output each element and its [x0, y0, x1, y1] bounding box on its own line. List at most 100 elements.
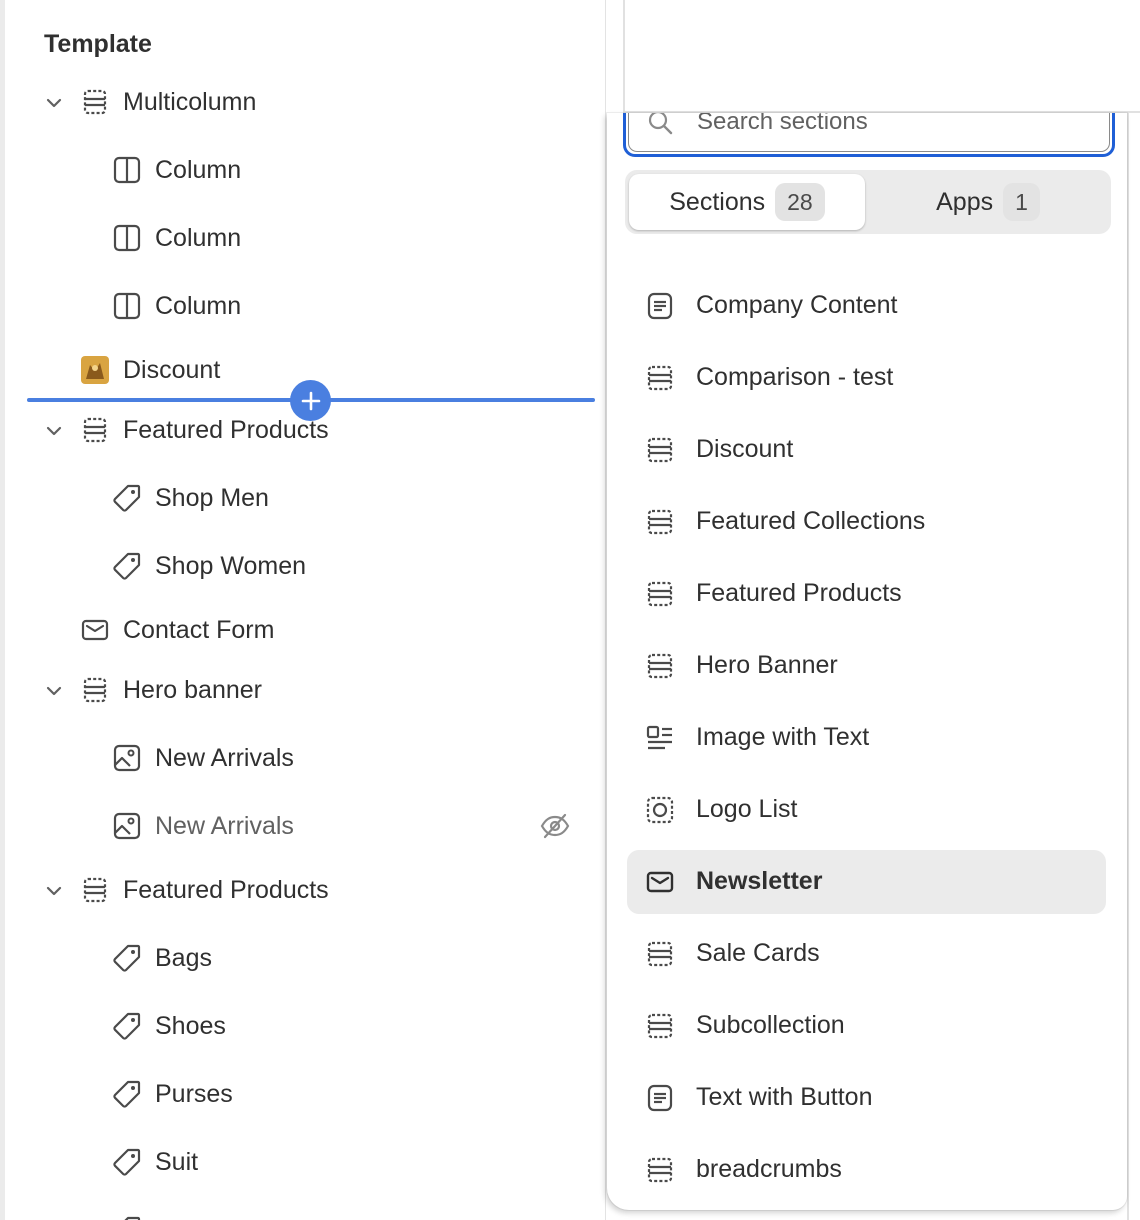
section-icon — [83, 677, 107, 703]
mail-icon — [81, 619, 109, 641]
tree-row-multicolumn[interactable]: Multicolumn — [5, 72, 605, 132]
tree-row-partial[interactable] — [5, 1200, 605, 1220]
logo-icon — [646, 796, 674, 824]
mail-icon — [646, 871, 674, 893]
section-icon — [83, 877, 107, 903]
section-icon — [647, 1013, 673, 1039]
section-icon — [647, 509, 673, 535]
tree-row-label: Shop Women — [155, 552, 307, 580]
tab-sections-count: 28 — [775, 183, 825, 221]
image-icon — [113, 744, 141, 772]
section-option-label: Featured Collections — [696, 507, 926, 535]
tree-row-label: Column — [155, 156, 242, 184]
column-icon — [113, 224, 141, 252]
section-option-newsletter[interactable]: Newsletter — [607, 846, 1127, 918]
column-icon — [113, 156, 141, 184]
tree-row-shoes[interactable]: Shoes — [5, 996, 605, 1056]
tree-row-column[interactable]: Column — [5, 208, 605, 268]
tree-row-label: Column — [155, 224, 242, 252]
tree-row-shop-women[interactable]: Shop Women — [5, 536, 605, 596]
tree-row-label: Multicolumn — [123, 88, 257, 116]
tree-row-label: Discount — [123, 356, 221, 384]
tree-row-new-arrivals[interactable]: New Arrivals — [5, 728, 605, 788]
tag-icon — [113, 944, 141, 972]
image-text-icon — [646, 725, 672, 750]
text-block-icon — [647, 1084, 673, 1112]
section-icon — [647, 437, 673, 463]
section-option-label: Newsletter — [696, 867, 823, 895]
section-option-label: Image with Text — [696, 723, 870, 751]
section-option-label: breadcrumbs — [696, 1155, 842, 1183]
tab-sections-label: Sections — [669, 187, 766, 216]
section-option-featured-collections[interactable]: Featured Collections — [607, 486, 1127, 558]
tab-sections[interactable]: Sections 28 — [629, 174, 865, 230]
tree-row-shop-men[interactable]: Shop Men — [5, 468, 605, 528]
tree-row-label: Shop Men — [155, 484, 269, 512]
section-option-label: Discount — [696, 435, 794, 463]
section-icon — [647, 365, 673, 391]
tag-icon — [113, 552, 141, 580]
tree-row-suit[interactable]: Suit — [5, 1132, 605, 1192]
template-sidebar: Template Multicolumn Column Column Colum… — [0, 0, 606, 1220]
section-option-label: Logo List — [696, 795, 798, 823]
section-option-label: Hero Banner — [696, 651, 838, 679]
tree-row-label: Contact Form — [123, 616, 275, 644]
tab-apps[interactable]: Apps 1 — [869, 174, 1107, 230]
preview-frame-edge — [1127, 113, 1140, 1220]
tree-row-label: Featured Products — [123, 416, 329, 444]
app-thumbnail-icon — [81, 356, 109, 384]
section-option-featured-products[interactable]: Featured Products — [607, 558, 1127, 630]
chevron-down-icon[interactable] — [41, 418, 67, 444]
section-option-breadcrumbs[interactable]: breadcrumbs — [607, 1134, 1127, 1206]
tree-row-label: New Arrivals — [155, 812, 294, 840]
section-picker-popover: Sections 28 Apps 1 Company Content Compa… — [607, 113, 1127, 1210]
section-option-discount[interactable]: Discount — [607, 414, 1127, 486]
tree-row-purses[interactable]: Purses — [5, 1064, 605, 1124]
tree-row-label: Featured Products — [123, 876, 329, 904]
tree-row-column[interactable]: Column — [5, 276, 605, 336]
search-input[interactable] — [697, 113, 1077, 139]
section-option-logo-list[interactable]: Logo List — [607, 774, 1127, 846]
search-icon — [648, 113, 673, 135]
panel-divider — [605, 0, 606, 1220]
picker-tabs: Sections 28 Apps 1 — [625, 170, 1111, 234]
tree-row-hero-banner[interactable]: Hero banner — [5, 660, 605, 720]
section-option-label: Sale Cards — [696, 939, 820, 967]
section-option-text-with-button[interactable]: Text with Button — [607, 1062, 1127, 1134]
tree-row-label: Hero banner — [123, 676, 262, 704]
tag-icon — [113, 1012, 141, 1040]
tree-row-label: Suit — [155, 1148, 199, 1176]
tree-row-new-arrivals-hidden[interactable]: New Arrivals — [5, 796, 605, 856]
tree-row-contact-form[interactable]: Contact Form — [5, 600, 605, 660]
tag-icon — [113, 1148, 141, 1176]
section-option-sale-cards[interactable]: Sale Cards — [607, 918, 1127, 990]
section-option-label: Subcollection — [696, 1011, 845, 1039]
tag-icon — [113, 484, 141, 512]
section-option-hero-banner[interactable]: Hero Banner — [607, 630, 1127, 702]
tree-row-featured-products[interactable]: Featured Products — [5, 400, 605, 460]
section-option-label: Comparison - test — [696, 363, 894, 391]
section-option-label: Featured Products — [696, 579, 902, 607]
tab-apps-count: 1 — [1003, 183, 1040, 221]
tab-apps-label: Apps — [936, 187, 994, 216]
tag-icon — [124, 1216, 141, 1220]
tree-row-featured-products[interactable]: Featured Products — [5, 860, 605, 920]
section-option-comparison-test[interactable]: Comparison - test — [607, 342, 1127, 414]
section-icon — [647, 1157, 673, 1183]
section-icon — [647, 581, 673, 607]
section-option-company-content[interactable]: Company Content — [607, 270, 1127, 342]
chevron-down-icon[interactable] — [41, 878, 67, 904]
tree-row-column[interactable]: Column — [5, 140, 605, 200]
tree-row-label: Shoes — [155, 1012, 226, 1040]
text-block-icon — [647, 292, 673, 320]
section-icon — [647, 941, 673, 967]
section-icon — [83, 89, 107, 115]
section-option-subcollection[interactable]: Subcollection — [607, 990, 1127, 1062]
tree-row-bags[interactable]: Bags — [5, 928, 605, 988]
eye-off-icon[interactable] — [539, 810, 571, 842]
chevron-down-icon[interactable] — [41, 678, 67, 704]
section-list: Company Content Comparison - test Discou… — [607, 270, 1127, 1206]
chevron-down-icon[interactable] — [41, 90, 67, 116]
section-option-image-with-text[interactable]: Image with Text — [607, 702, 1127, 774]
tree-row-label: Bags — [155, 944, 212, 972]
